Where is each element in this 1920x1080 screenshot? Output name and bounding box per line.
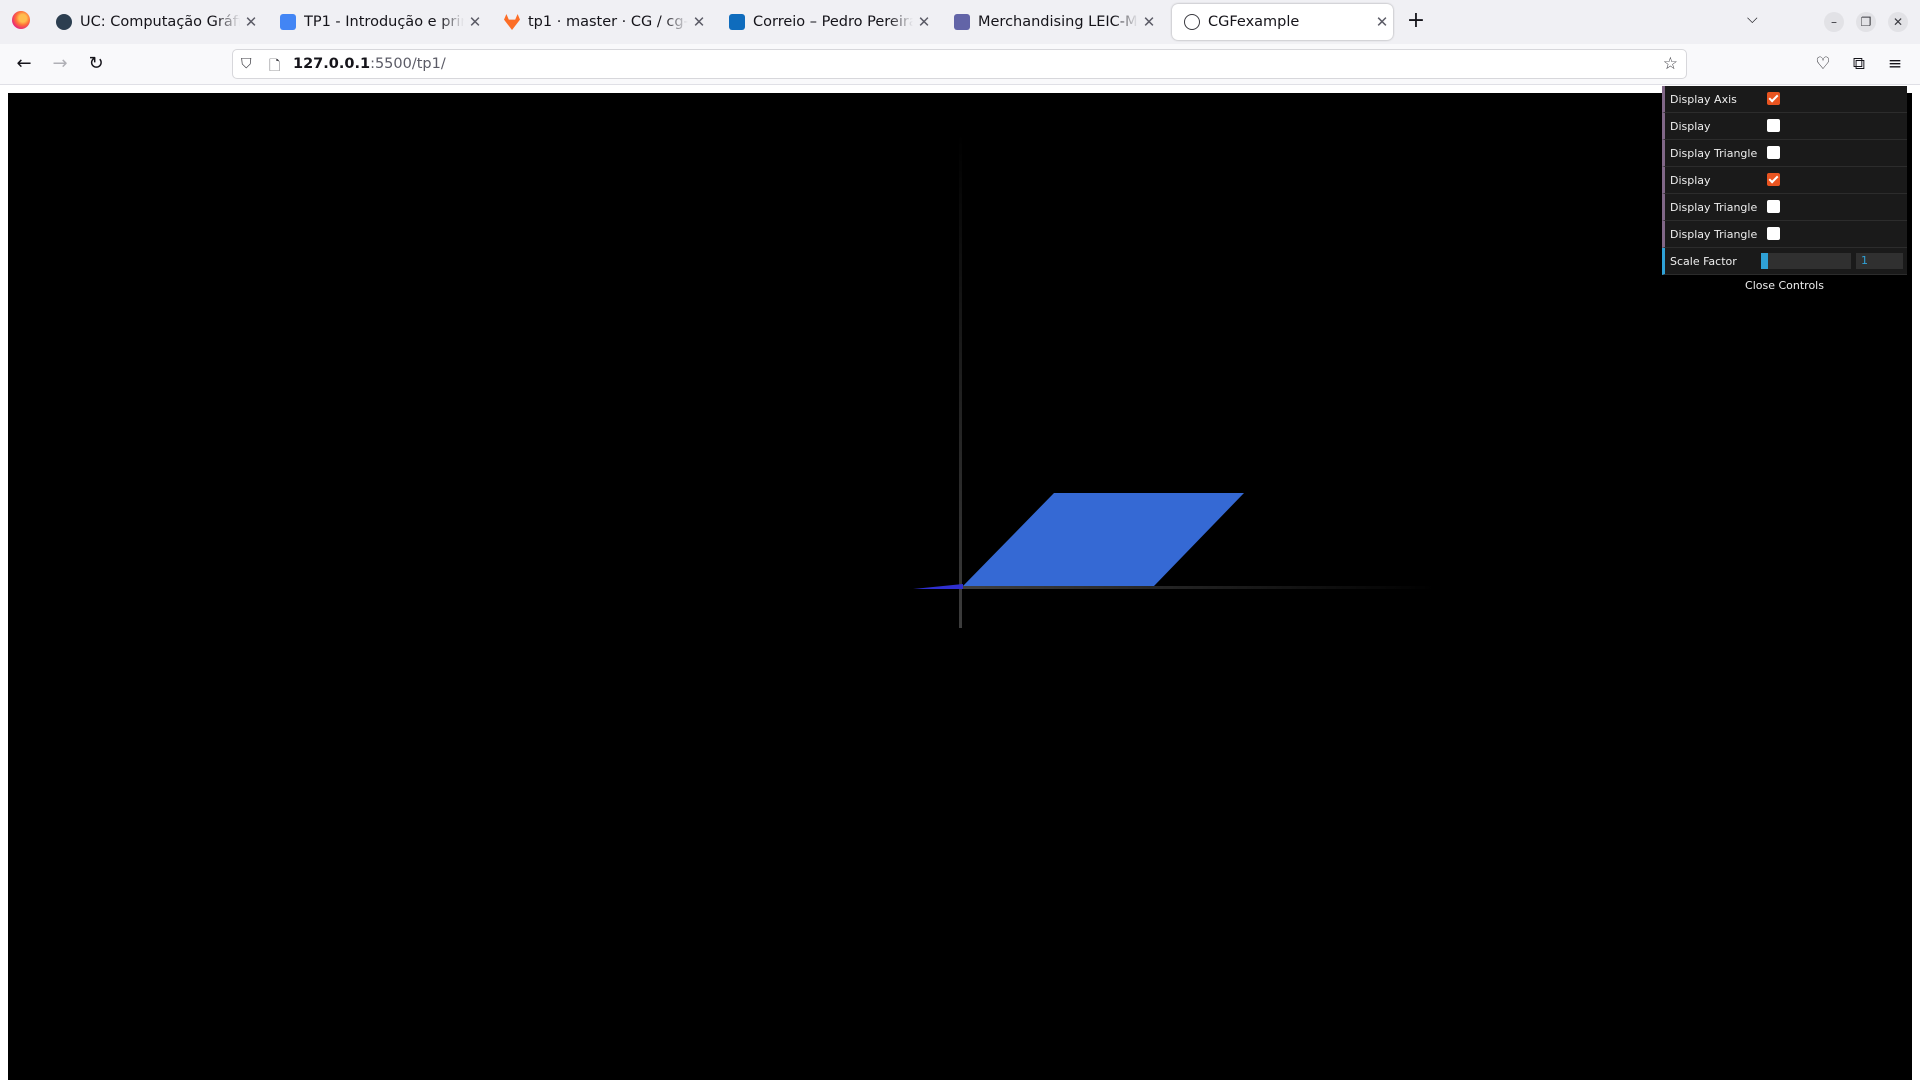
tab-moodle[interactable]: UC: Computação Gráfica ✕ xyxy=(44,4,262,40)
url-path: :5500/tp1/ xyxy=(370,56,446,72)
gui-row-display-triangle[interactable]: Display Triangle xyxy=(1662,221,1907,248)
tab-title: tp1 · master · CG / cg-2024 xyxy=(528,14,688,30)
display-triangle-checkbox[interactable] xyxy=(1767,200,1780,213)
moodle-icon xyxy=(56,14,72,30)
gui-row-display-triangle[interactable]: Display Triangle xyxy=(1662,194,1907,221)
url-text[interactable]: 127.0.0.1:5500/tp1/ xyxy=(293,56,446,72)
webgl-canvas[interactable] xyxy=(8,93,1912,1080)
forward-arrow-icon[interactable]: → xyxy=(48,52,72,76)
gui-row-display[interactable]: Display xyxy=(1662,167,1907,194)
gui-row-label: Display Triangle xyxy=(1670,201,1758,214)
display-axis-checkbox[interactable] xyxy=(1767,92,1780,105)
tab-strip: UC: Computação Gráfica ✕ TP1 - Introduçã… xyxy=(0,0,1920,44)
tab-outlook[interactable]: Correio – Pedro Pereira Ferreira ✕ xyxy=(717,4,935,40)
close-window-button[interactable]: ✕ xyxy=(1888,12,1908,32)
gui-row-label: Display Triangle xyxy=(1670,147,1758,160)
pocket-icon[interactable]: ♡ xyxy=(1811,52,1835,76)
tab-teams[interactable]: Merchandising LEIC-MEIC ✕ xyxy=(942,4,1160,40)
outlook-icon xyxy=(729,14,745,30)
firefox-logo-icon[interactable] xyxy=(12,11,30,29)
tab-title: TP1 - Introdução e primeiros passos xyxy=(304,14,464,30)
gui-row-label: Display Triangle xyxy=(1670,228,1758,241)
scale-factor-input[interactable]: 1 xyxy=(1856,253,1903,269)
tab-title: Merchandising LEIC-MEIC xyxy=(978,14,1138,30)
x-axis xyxy=(960,586,1435,589)
restore-button[interactable]: ❐ xyxy=(1856,12,1876,32)
y-axis xyxy=(959,133,962,628)
new-tab-button[interactable]: + xyxy=(1402,8,1430,33)
close-icon[interactable]: ✕ xyxy=(240,13,262,31)
tab-cgfexample[interactable]: CGFexample ✕ xyxy=(1172,4,1393,40)
docs-icon xyxy=(280,14,296,30)
tab-title: Correio – Pedro Pereira Ferreira xyxy=(753,14,913,30)
reload-icon[interactable]: ↻ xyxy=(84,52,108,76)
tab-docs[interactable]: TP1 - Introdução e primeiros passos ✕ xyxy=(268,4,486,40)
url-bar[interactable]: ⛉ 🗋 127.0.0.1:5500/tp1/ ☆ xyxy=(232,49,1687,79)
teams-icon xyxy=(954,14,970,30)
gui-row-display-axis[interactable]: Display Axis xyxy=(1662,86,1907,113)
tab-title: UC: Computação Gráfica xyxy=(80,14,240,30)
list-all-tabs-chevron-down-icon[interactable]: ⌵ xyxy=(1747,11,1758,27)
page-info-icon[interactable]: 🗋 xyxy=(269,55,280,79)
close-icon[interactable]: ✕ xyxy=(913,13,935,31)
gui-row-label: Display Axis xyxy=(1670,93,1737,106)
controls-panel: Display Axis Display Display Triangle Di… xyxy=(1662,86,1907,297)
gui-row-scale-factor[interactable]: Scale Factor 1 xyxy=(1662,248,1907,275)
close-icon[interactable]: ✕ xyxy=(688,13,710,31)
parallelogram xyxy=(963,493,1244,586)
navigation-toolbar: ← → ↻ ⛉ 🗋 127.0.0.1:5500/tp1/ ☆ ♡ ⧉ ≡ xyxy=(0,44,1920,85)
close-icon[interactable]: ✕ xyxy=(1138,13,1160,31)
minimize-button[interactable]: – xyxy=(1824,12,1844,32)
gui-row-display-triangle[interactable]: Display Triangle xyxy=(1662,140,1907,167)
gui-row-label: Display xyxy=(1670,120,1711,133)
page-viewport xyxy=(0,85,1920,1080)
gui-row-label: Display xyxy=(1670,174,1711,187)
z-axis xyxy=(913,584,963,589)
display-checkbox[interactable] xyxy=(1767,173,1780,186)
url-host: 127.0.0.1 xyxy=(293,56,371,72)
display-checkbox[interactable] xyxy=(1767,119,1780,132)
bookmark-star-icon[interactable]: ☆ xyxy=(1663,54,1678,74)
scale-factor-slider[interactable] xyxy=(1761,253,1851,269)
hamburger-menu-icon[interactable]: ≡ xyxy=(1883,52,1907,76)
gui-row-label: Scale Factor xyxy=(1670,255,1737,268)
close-icon[interactable]: ✕ xyxy=(1371,13,1393,31)
close-icon[interactable]: ✕ xyxy=(464,13,486,31)
slider-fill xyxy=(1761,253,1769,269)
tab-title: CGFexample xyxy=(1208,14,1300,30)
scene-drawing xyxy=(913,133,1435,628)
display-triangle-checkbox[interactable] xyxy=(1767,227,1780,240)
close-controls-button[interactable]: Close Controls xyxy=(1662,275,1907,297)
gitlab-icon xyxy=(504,14,520,30)
shield-icon[interactable]: ⛉ xyxy=(241,56,252,72)
tab-gitlab[interactable]: tp1 · master · CG / cg-2024 ✕ xyxy=(492,4,710,40)
back-arrow-icon[interactable]: ← xyxy=(12,52,36,76)
gui-row-display[interactable]: Display xyxy=(1662,113,1907,140)
display-triangle-checkbox[interactable] xyxy=(1767,146,1780,159)
globe-icon xyxy=(1184,14,1200,30)
extensions-puzzle-icon[interactable]: ⧉ xyxy=(1847,52,1871,76)
